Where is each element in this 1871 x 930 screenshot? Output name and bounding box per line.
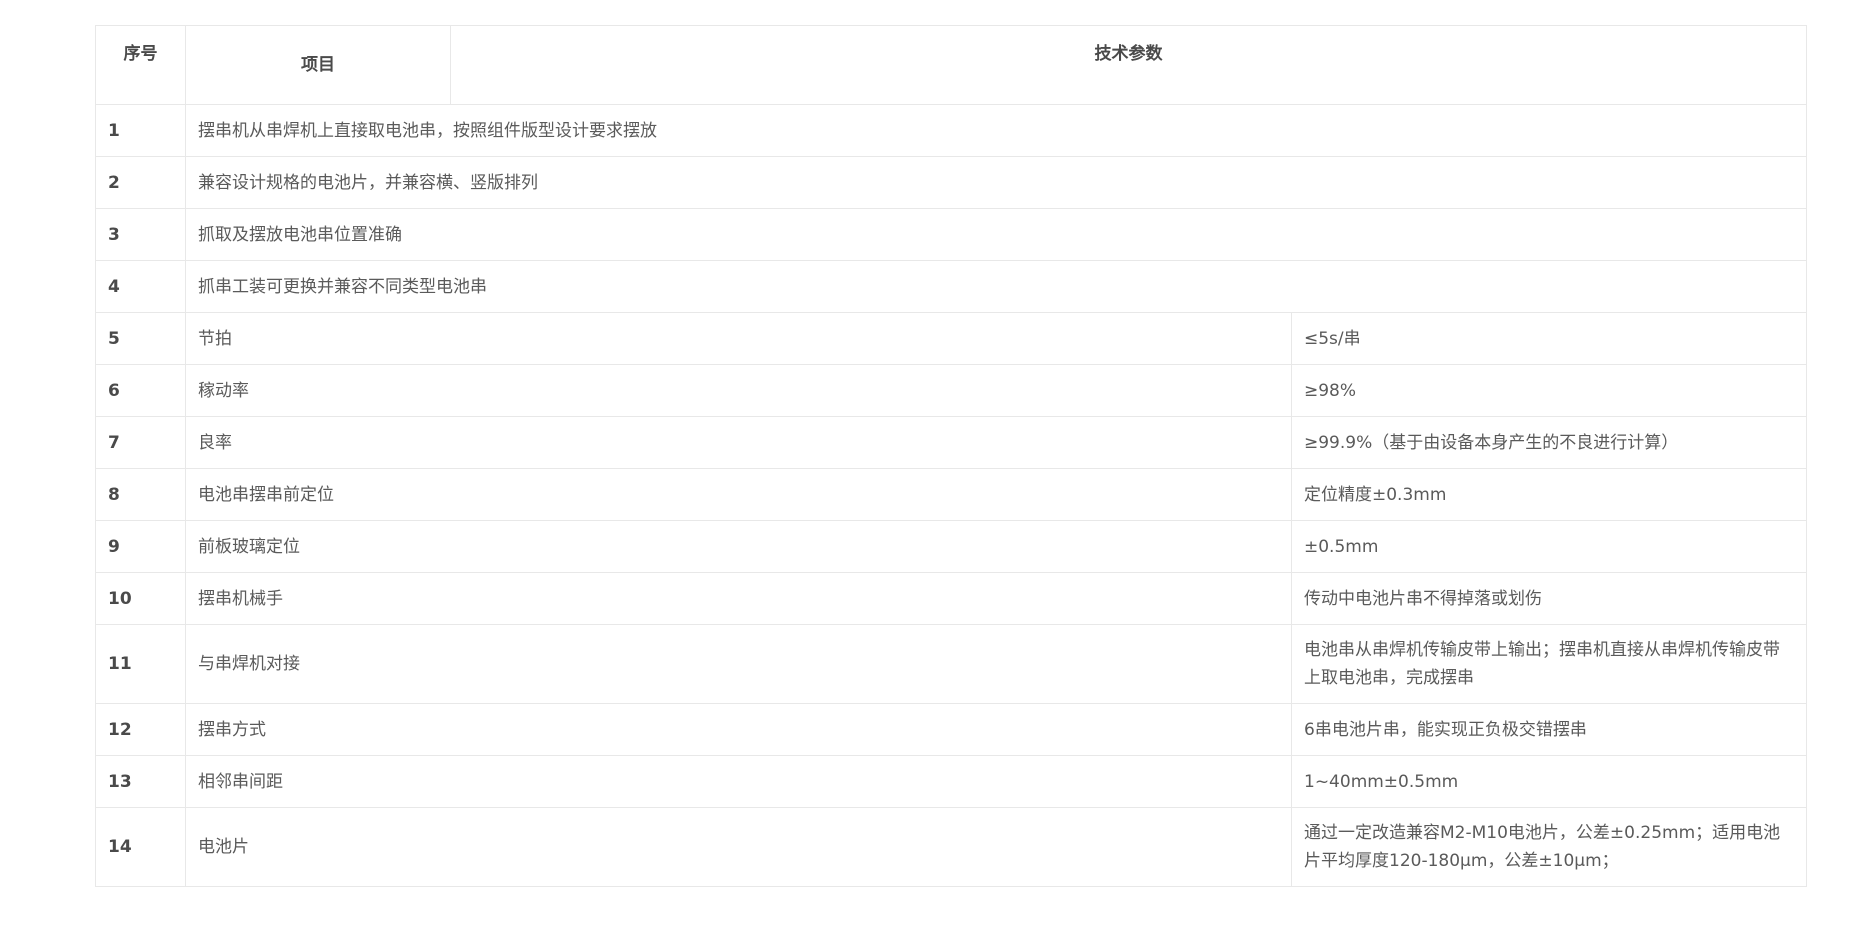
row-value: ≥99.9%（基于由设备本身产生的不良进行计算） [1291, 416, 1807, 469]
row-item: 摆串方式 [185, 703, 1292, 756]
row-index: 14 [95, 807, 186, 887]
table-row: 13 相邻串间距 1~40mm±0.5mm [95, 755, 1807, 808]
row-index: 7 [95, 416, 186, 469]
row-index: 6 [95, 364, 186, 417]
spec-table: 序号 项目 技术参数 1 摆串机从串焊机上直接取电池串，按照组件版型设计要求摆放… [95, 25, 1807, 887]
row-item: 电池片 [185, 807, 1292, 887]
row-item: 摆串机从串焊机上直接取电池串，按照组件版型设计要求摆放 [185, 104, 1807, 157]
header-index: 序号 [95, 25, 186, 105]
row-item: 与串焊机对接 [185, 624, 1292, 704]
row-index: 1 [95, 104, 186, 157]
row-index: 11 [95, 624, 186, 704]
row-index: 9 [95, 520, 186, 573]
table-row: 5 节拍 ≤5s/串 [95, 312, 1807, 365]
row-item: 相邻串间距 [185, 755, 1292, 808]
table-row: 7 良率 ≥99.9%（基于由设备本身产生的不良进行计算） [95, 416, 1807, 469]
row-item: 前板玻璃定位 [185, 520, 1292, 573]
table-row: 1 摆串机从串焊机上直接取电池串，按照组件版型设计要求摆放 [95, 104, 1807, 157]
header-param: 技术参数 [450, 25, 1807, 105]
row-item: 节拍 [185, 312, 1292, 365]
table-row: 14 电池片 通过一定改造兼容M2-M10电池片，公差±0.25mm；适用电池片… [95, 807, 1807, 887]
row-index: 13 [95, 755, 186, 808]
row-item: 抓取及摆放电池串位置准确 [185, 208, 1807, 261]
table-row: 11 与串焊机对接 电池串从串焊机传输皮带上输出；摆串机直接从串焊机传输皮带上取… [95, 624, 1807, 704]
table-row: 9 前板玻璃定位 ±0.5mm [95, 520, 1807, 573]
row-item: 电池串摆串前定位 [185, 468, 1292, 521]
row-value: ≥98% [1291, 364, 1807, 417]
table-row: 4 抓串工装可更换并兼容不同类型电池串 [95, 260, 1807, 313]
row-item: 良率 [185, 416, 1292, 469]
table-row: 10 摆串机械手 传动中电池片串不得掉落或划伤 [95, 572, 1807, 625]
row-value: 6串电池片串，能实现正负极交错摆串 [1291, 703, 1807, 756]
table-header-row: 序号 项目 技术参数 [95, 25, 1807, 105]
row-index: 12 [95, 703, 186, 756]
row-index: 3 [95, 208, 186, 261]
row-item: 抓串工装可更换并兼容不同类型电池串 [185, 260, 1807, 313]
row-index: 8 [95, 468, 186, 521]
row-value: 1~40mm±0.5mm [1291, 755, 1807, 808]
row-value: 定位精度±0.3mm [1291, 468, 1807, 521]
row-value: 电池串从串焊机传输皮带上输出；摆串机直接从串焊机传输皮带上取电池串，完成摆串 [1291, 624, 1807, 704]
row-index: 10 [95, 572, 186, 625]
row-item: 摆串机械手 [185, 572, 1292, 625]
row-index: 4 [95, 260, 186, 313]
row-item: 稼动率 [185, 364, 1292, 417]
row-value: 传动中电池片串不得掉落或划伤 [1291, 572, 1807, 625]
table-row: 8 电池串摆串前定位 定位精度±0.3mm [95, 468, 1807, 521]
row-index: 5 [95, 312, 186, 365]
row-value: ±0.5mm [1291, 520, 1807, 573]
row-value: 通过一定改造兼容M2-M10电池片，公差±0.25mm；适用电池片平均厚度120… [1291, 807, 1807, 887]
row-index: 2 [95, 156, 186, 209]
table-row: 6 稼动率 ≥98% [95, 364, 1807, 417]
spec-table-body: 序号 项目 技术参数 1 摆串机从串焊机上直接取电池串，按照组件版型设计要求摆放… [95, 25, 1807, 887]
table-row: 12 摆串方式 6串电池片串，能实现正负极交错摆串 [95, 703, 1807, 756]
row-item: 兼容设计规格的电池片，并兼容横、竖版排列 [185, 156, 1807, 209]
header-item: 项目 [185, 25, 451, 105]
row-value: ≤5s/串 [1291, 312, 1807, 365]
table-row: 3 抓取及摆放电池串位置准确 [95, 208, 1807, 261]
table-row: 2 兼容设计规格的电池片，并兼容横、竖版排列 [95, 156, 1807, 209]
